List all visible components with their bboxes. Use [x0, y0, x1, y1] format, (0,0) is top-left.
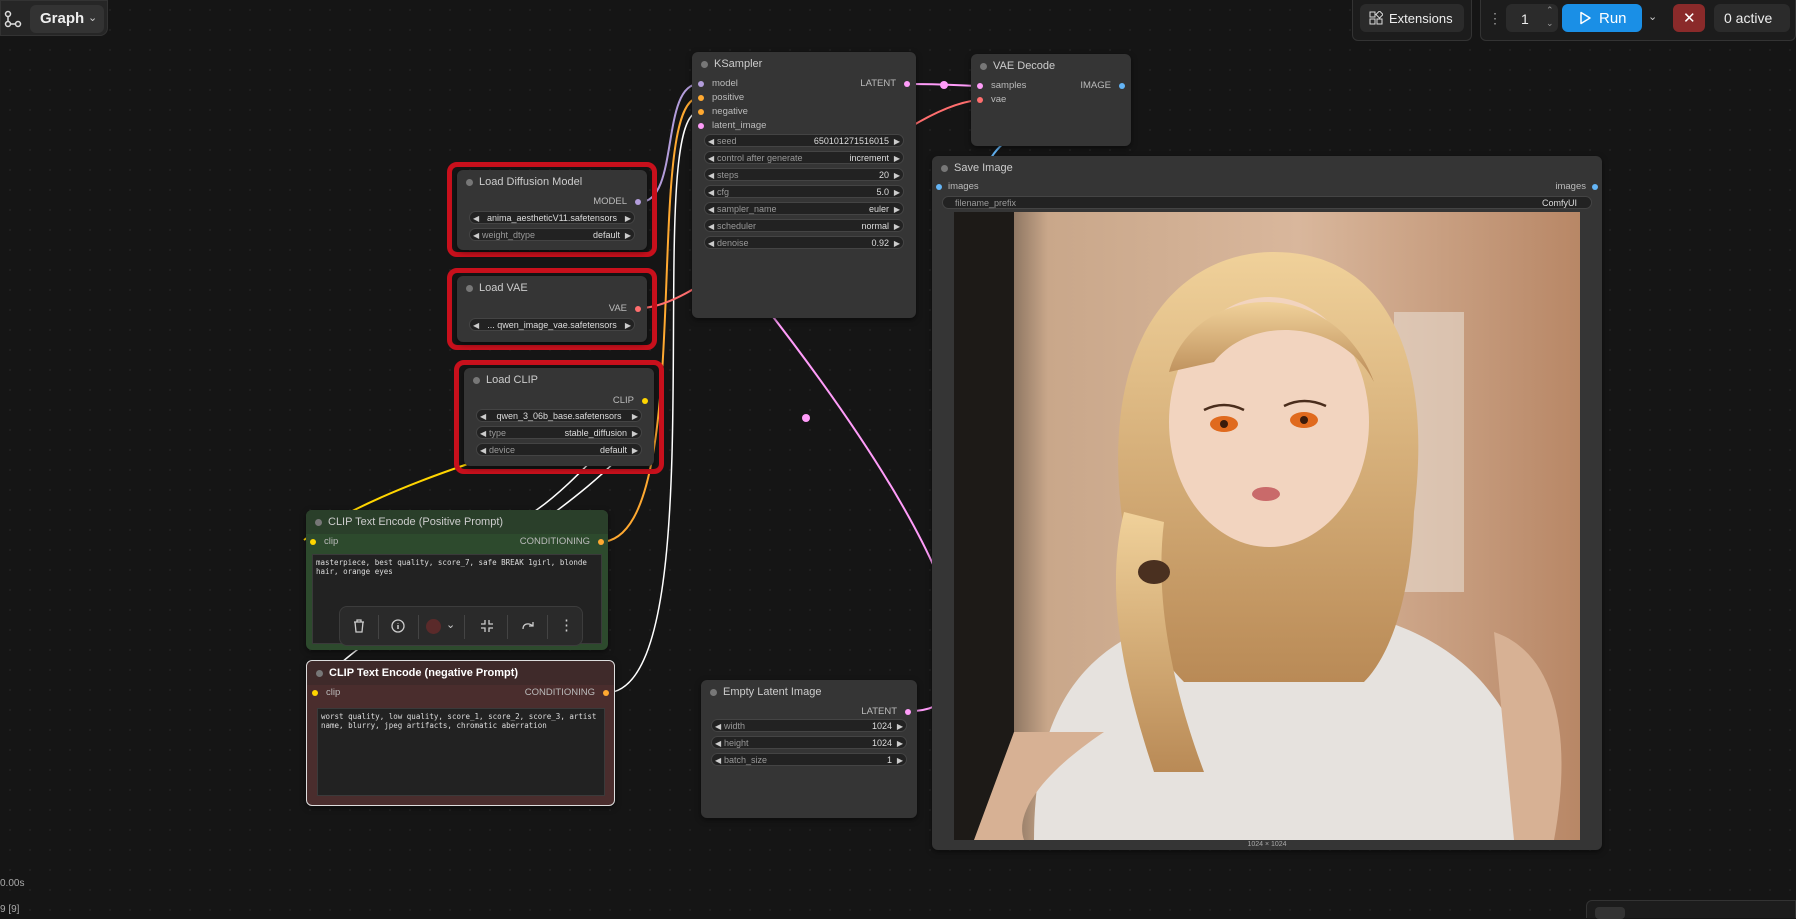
queue-count-input[interactable]: 1 ⌃ ⌄: [1506, 4, 1558, 32]
widget-type[interactable]: ◀ type stable_diffusion ▶: [476, 426, 642, 439]
latent-dot: [940, 81, 948, 89]
decrement-icon[interactable]: ⌄: [1546, 18, 1554, 29]
load-vae-node[interactable]: Load VAE VAE ◀... qwen_image_vae.safeten…: [457, 276, 647, 342]
input-images[interactable]: images: [948, 181, 979, 192]
widget-vae-name[interactable]: ◀... qwen_image_vae.safetensors ▶: [469, 318, 635, 331]
widget-scheduler[interactable]: ◀ scheduler normal ▶: [704, 219, 904, 232]
output-images[interactable]: images: [1555, 181, 1586, 192]
input-clip[interactable]: clip: [324, 536, 338, 547]
run-label: Run: [1599, 10, 1627, 27]
widget-clip-name[interactable]: ◀ qwen_3_06b_base.safetensors ▶: [476, 409, 642, 422]
reroute-dot: [802, 414, 810, 422]
increment-icon[interactable]: ⌃: [1546, 5, 1554, 16]
collapse-icon[interactable]: [479, 618, 495, 634]
active-label: 0 active: [1724, 10, 1773, 26]
queue-count-value: 1: [1521, 11, 1529, 27]
output-clip[interactable]: CLIP: [613, 395, 634, 406]
minimap-button[interactable]: [1595, 907, 1625, 919]
node-title: KSampler: [714, 58, 763, 70]
color-chevron-down-icon[interactable]: ⌄: [446, 618, 455, 631]
widget-weight-dtype[interactable]: ◀ weight_dtype default ▶: [469, 228, 635, 241]
output-latent[interactable]: LATENT: [861, 706, 897, 717]
widget-seed[interactable]: ◀ seed 650101271516015 ▶: [704, 134, 904, 147]
widget-height[interactable]: ◀ height 1024 ▶: [711, 736, 907, 749]
image-size-caption: 1024 × 1024: [1247, 841, 1287, 848]
preview-image[interactable]: [954, 212, 1580, 840]
redo-icon[interactable]: [520, 618, 536, 634]
graph-app-icon: [4, 10, 22, 28]
widget-steps[interactable]: ◀ steps 20 ▶: [704, 168, 904, 181]
output-conditioning[interactable]: CONDITIONING: [525, 687, 595, 698]
output-model[interactable]: MODEL: [593, 196, 627, 207]
graph-label: Graph: [40, 10, 85, 27]
clip-text-encode-negative-node[interactable]: CLIP Text Encode (negative Prompt) clip …: [306, 660, 615, 806]
empty-latent-image-node[interactable]: Empty Latent Image LATENT ◀ width 1024 ▶ ◀ h…: [701, 680, 917, 818]
node-selection-toolbar: ⌄ ⋮: [339, 606, 583, 646]
chevron-down-icon[interactable]: ⌄: [88, 11, 97, 24]
node-title: CLIP Text Encode (negative Prompt): [329, 667, 519, 679]
widget-denoise[interactable]: ◀ denoise 0.92 ▶: [704, 236, 904, 249]
output-latent[interactable]: LATENT: [860, 78, 896, 89]
active-indicator[interactable]: 0 active: [1714, 4, 1790, 32]
input-vae[interactable]: vae: [991, 94, 1006, 105]
node-title: VAE Decode: [993, 60, 1056, 72]
widget-control-after-generate[interactable]: ◀ control after generate increment ▶: [704, 151, 904, 164]
exec-time: 0.00s: [0, 878, 25, 889]
widget-filename-prefix[interactable]: filename_prefix ComfyUI: [942, 196, 1592, 209]
vae-decode-node[interactable]: VAE Decode samples vae IMAGE: [971, 54, 1131, 146]
input-samples[interactable]: samples: [991, 80, 1026, 91]
widget-sampler-name[interactable]: ◀ sampler_name euler ▶: [704, 202, 904, 215]
output-image[interactable]: IMAGE: [1080, 80, 1111, 91]
load-clip-node[interactable]: Load CLIP CLIP ◀ qwen_3_06b_base.safetens…: [464, 368, 654, 466]
widget-device[interactable]: ◀ device default ▶: [476, 443, 642, 456]
node-title: Save Image: [954, 162, 1013, 174]
input-positive[interactable]: positive: [712, 92, 744, 103]
node-title: Load VAE: [479, 282, 528, 294]
ksampler-node[interactable]: KSampler model positive negative latent_…: [692, 52, 916, 318]
node-title: Load CLIP: [486, 374, 538, 386]
play-icon: [1578, 11, 1592, 25]
extensions-button[interactable]: Extensions: [1360, 4, 1464, 32]
puzzle-icon: [1369, 10, 1384, 25]
widget-batch-size[interactable]: ◀ batch_size 1 ▶: [711, 753, 907, 766]
node-title: Empty Latent Image: [723, 686, 822, 698]
more-icon[interactable]: ⋮: [559, 616, 574, 634]
extensions-label: Extensions: [1389, 11, 1453, 26]
input-latent-image[interactable]: latent_image: [712, 120, 766, 131]
bottom-right-panel[interactable]: [1586, 900, 1796, 919]
node-title: CLIP Text Encode (Positive Prompt): [328, 516, 504, 528]
color-dot-icon[interactable]: [426, 619, 441, 634]
close-icon: ✕: [1683, 10, 1696, 27]
node-title: Load Diffusion Model: [479, 176, 583, 188]
graph-tab[interactable]: Graph ⌄: [0, 0, 108, 36]
run-options-chevron-icon[interactable]: ⌄: [1648, 10, 1657, 23]
info-icon[interactable]: [390, 618, 406, 634]
output-conditioning[interactable]: CONDITIONING: [520, 536, 590, 547]
node-count: 9 [9]: [0, 904, 20, 915]
load-diffusion-model-node[interactable]: Load Diffusion Model MODEL ◀ anima_aesthe…: [457, 170, 647, 250]
input-clip[interactable]: clip: [326, 687, 340, 698]
widget-cfg[interactable]: ◀ cfg 5.0 ▶: [704, 185, 904, 198]
input-model[interactable]: model: [712, 78, 738, 89]
prompt-textarea[interactable]: worst quality, low quality, score_1, sco…: [317, 708, 605, 796]
widget-width[interactable]: ◀ width 1024 ▶: [711, 719, 907, 732]
stop-button[interactable]: ✕: [1673, 4, 1705, 32]
save-image-node[interactable]: Save Image images images filename_prefix…: [932, 156, 1602, 850]
output-vae[interactable]: VAE: [609, 303, 627, 314]
trash-icon[interactable]: [351, 618, 367, 634]
run-button[interactable]: Run: [1562, 4, 1642, 32]
widget-unet-name[interactable]: ◀ anima_aestheticV11.safetensors ▶: [469, 211, 635, 224]
input-negative[interactable]: negative: [712, 106, 748, 117]
